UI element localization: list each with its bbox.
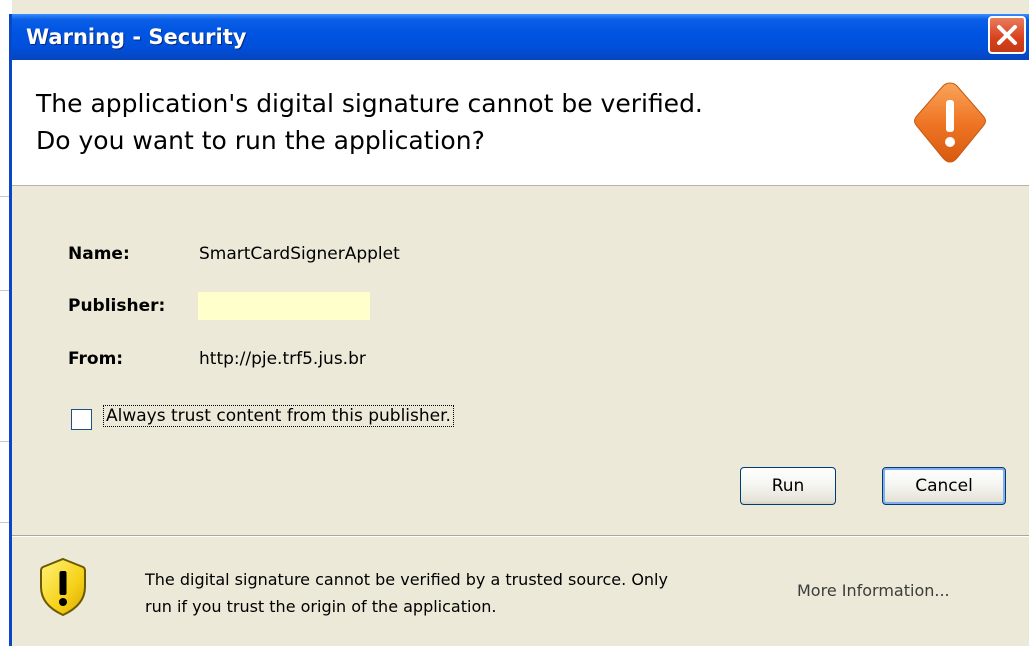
security-warning-dialog: Warning - Security The application's dig…	[12, 14, 1029, 646]
name-value: SmartCardSignerApplet	[199, 244, 400, 264]
header-panel: The application's digital signature cann…	[12, 60, 1029, 186]
warning-diamond-icon	[914, 82, 986, 163]
shield-warning-icon	[40, 557, 86, 617]
publisher-label: Publisher:	[68, 296, 166, 316]
edge-tick	[0, 196, 9, 197]
background-window-edge	[0, 0, 12, 646]
footer-separator	[12, 535, 1029, 537]
edge-tick	[0, 290, 9, 291]
from-label: From:	[68, 349, 124, 369]
from-value: http://pje.trf5.jus.br	[199, 349, 366, 369]
footer-message: The digital signature cannot be verified…	[145, 566, 765, 620]
header-line-1: The application's digital signature cann…	[36, 89, 703, 118]
close-button[interactable]	[988, 16, 1026, 54]
edge-tick	[0, 441, 9, 442]
edge-tick	[0, 522, 9, 523]
name-label: Name:	[68, 244, 130, 264]
always-trust-label[interactable]: Always trust content from this publisher…	[103, 405, 454, 427]
cancel-button[interactable]: Cancel	[882, 467, 1006, 505]
more-information-link[interactable]: More Information...	[797, 581, 950, 600]
publisher-value	[198, 292, 370, 320]
close-icon	[997, 25, 1017, 45]
title-bar[interactable]: Warning - Security	[12, 14, 1029, 60]
always-trust-checkbox[interactable]	[71, 409, 92, 430]
footer-line-2: run if you trust the origin of the appli…	[145, 597, 497, 616]
window-title: Warning - Security	[26, 25, 247, 49]
header-message: The application's digital signature cann…	[36, 85, 886, 159]
header-line-2: Do you want to run the application?	[36, 126, 485, 155]
run-button[interactable]: Run	[740, 467, 836, 505]
footer-line-1: The digital signature cannot be verified…	[145, 570, 668, 589]
